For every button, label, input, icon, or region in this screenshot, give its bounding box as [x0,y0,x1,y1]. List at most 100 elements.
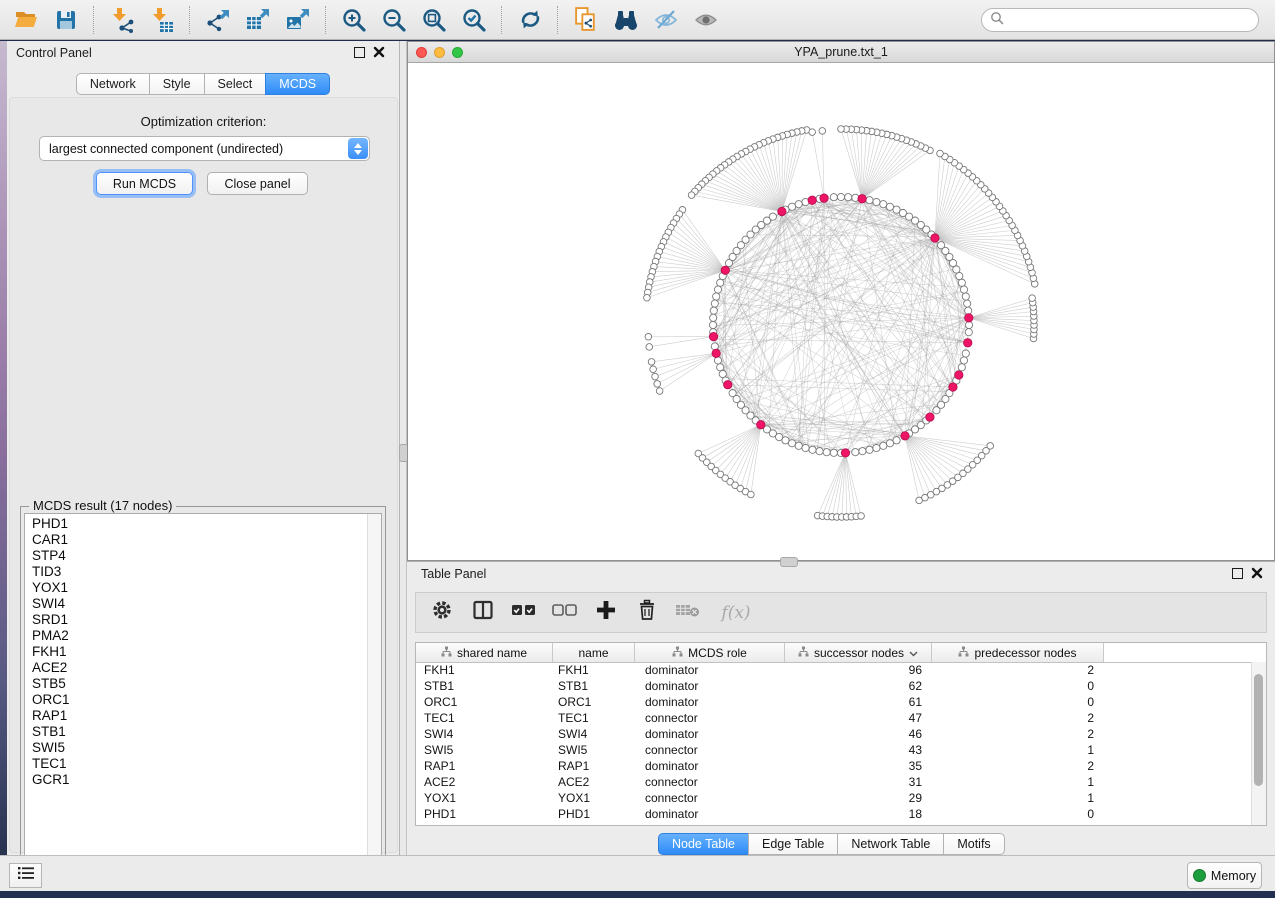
mcds-node-item[interactable]: SWI4 [25,596,367,612]
table-row[interactable]: YOX1YOX1connector291 [416,790,1252,806]
table-row[interactable]: TEC1TEC1connector472 [416,710,1252,726]
tab-style[interactable]: Style [149,73,205,95]
column-header-mcds-role[interactable]: MCDS role [635,643,785,662]
mcds-node-item[interactable]: STP4 [25,548,367,564]
mcds-node-item[interactable]: TID3 [25,564,367,580]
import-table-button[interactable] [142,3,182,37]
table-cell: 62 [785,679,932,693]
table-cell: connector [635,775,785,789]
mcds-node-item[interactable]: PHD1 [25,516,367,532]
plus-icon [595,599,617,626]
table-cell: PHD1 [416,807,553,821]
table-cell: 29 [785,791,932,805]
network-graph[interactable] [408,63,1274,560]
tab-network-table[interactable]: Network Table [837,833,944,855]
function-builder-button[interactable]: f(x) [716,600,756,626]
unchecked-boxes-icon [552,602,578,623]
open-file-button[interactable] [6,3,46,37]
table-cell: dominator [635,727,785,741]
export-image-icon [285,7,311,33]
zoom-out-button[interactable] [374,3,414,37]
table-row[interactable]: RAP1RAP1dominator352 [416,758,1252,774]
float-panel-icon[interactable] [354,47,365,58]
task-history-button[interactable] [9,863,42,888]
column-header-name[interactable]: name [553,643,635,662]
save-session-button[interactable] [46,3,86,37]
export-image-button[interactable] [278,3,318,37]
add-row-button[interactable] [593,600,619,626]
column-header-successor-nodes[interactable]: successor nodes [785,643,932,662]
mcds-node-item[interactable]: CAR1 [25,532,367,548]
table-row[interactable]: ORC1ORC1dominator610 [416,694,1252,710]
run-mcds-button[interactable]: Run MCDS [96,172,193,195]
tab-select[interactable]: Select [204,73,267,95]
mcds-node-item[interactable]: GCR1 [25,772,367,788]
table-row[interactable]: SWI5SWI5connector431 [416,742,1252,758]
hide-selected-button[interactable] [646,3,686,37]
tab-node-table[interactable]: Node Table [658,833,749,855]
close-panel-icon[interactable] [373,46,385,58]
mcds-node-item[interactable]: STB1 [25,724,367,740]
fx-icon: f(x) [721,603,750,623]
node-table: shared name name MCDS role successor nod… [415,642,1267,826]
mcds-list-scrollbar[interactable] [367,514,381,867]
control-panel-title: Control Panel [16,46,92,60]
close-panel-button[interactable]: Close panel [207,172,308,195]
table-cell: 46 [785,727,932,741]
horizontal-splitter-handle[interactable] [780,557,798,567]
network-window-titlebar[interactable]: YPA_prune.txt_1 [408,42,1274,63]
tab-mcds[interactable]: MCDS [265,73,330,95]
zoom-in-button[interactable] [334,3,374,37]
table-row[interactable]: FKH1FKH1dominator962 [416,662,1252,678]
delete-row-button[interactable] [634,600,660,626]
tab-edge-table[interactable]: Edge Table [748,833,838,855]
mcds-node-item[interactable]: RAP1 [25,708,367,724]
table-row[interactable]: SWI4SWI4dominator462 [416,726,1252,742]
binoculars-icon [612,7,640,33]
copy-network-button[interactable] [566,3,606,37]
column-header-shared-name[interactable]: shared name [416,643,553,662]
table-scrollbar[interactable] [1251,662,1266,825]
show-columns-button[interactable] [470,600,496,626]
search-box[interactable] [981,8,1259,32]
mcds-node-item[interactable]: PMA2 [25,628,367,644]
table-scrollbar-thumb[interactable] [1254,674,1263,786]
refresh-button[interactable] [510,3,550,37]
table-cell: SWI5 [553,743,635,757]
table-row[interactable]: ACE2ACE2connector311 [416,774,1252,790]
mcds-node-item[interactable]: ACE2 [25,660,367,676]
column-header-predecessor-nodes[interactable]: predecessor nodes [932,643,1104,662]
network-canvas[interactable] [408,63,1274,560]
mcds-node-item[interactable]: SWI5 [25,740,367,756]
find-binoculars-button[interactable] [606,3,646,37]
table-cell: dominator [635,695,785,709]
zoom-fit-button[interactable] [414,3,454,37]
tab-network[interactable]: Network [76,73,150,95]
table-row[interactable]: PHD1PHD1dominator180 [416,806,1252,822]
mcds-node-item[interactable]: ORC1 [25,692,367,708]
column-label: shared name [457,646,527,660]
select-all-button[interactable] [511,600,537,626]
export-table-button[interactable] [238,3,278,37]
memory-button[interactable]: Memory [1187,862,1262,889]
mcds-node-item[interactable]: FKH1 [25,644,367,660]
float-panel-icon[interactable] [1232,568,1243,579]
toolbar-separator [501,6,503,34]
table-cell: 0 [932,695,1104,709]
tab-motifs[interactable]: Motifs [943,833,1004,855]
table-settings-button[interactable] [429,600,455,626]
mcds-node-item[interactable]: TEC1 [25,756,367,772]
close-panel-icon[interactable] [1251,567,1263,579]
mcds-node-item[interactable]: YOX1 [25,580,367,596]
export-network-button[interactable] [198,3,238,37]
table-row[interactable]: STB1STB1dominator620 [416,678,1252,694]
delete-table-button[interactable] [675,600,701,626]
mcds-node-item[interactable]: STB5 [25,676,367,692]
search-input[interactable] [1004,12,1258,28]
show-all-button[interactable] [686,3,726,37]
zoom-selected-button[interactable] [454,3,494,37]
optimization-criterion-select[interactable]: largest connected component (undirected) [39,136,370,161]
mcds-node-item[interactable]: SRD1 [25,612,367,628]
import-network-button[interactable] [102,3,142,37]
deselect-all-button[interactable] [552,600,578,626]
